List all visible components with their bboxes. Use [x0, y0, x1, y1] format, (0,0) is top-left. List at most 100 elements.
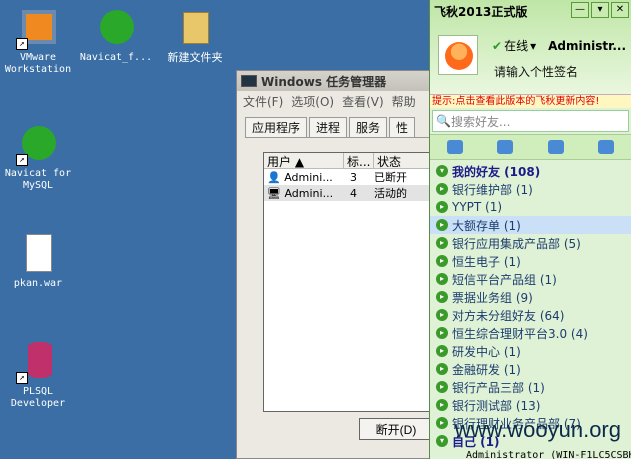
col-id[interactable]: 标...	[344, 153, 374, 169]
expand-icon: ▸	[436, 345, 448, 357]
id-cell: 4	[350, 186, 357, 200]
user-cell: 👤 Admini...	[267, 170, 333, 184]
file-icon	[16, 232, 60, 276]
folder-icon	[173, 6, 217, 50]
desktop-icon-plsql[interactable]: ↗ PLSQL Developer	[0, 340, 78, 410]
skin-icon[interactable]: ▾	[591, 2, 609, 18]
list-item[interactable]: ▸ YYPT (1)	[430, 198, 631, 216]
list-item[interactable]: ▸ 银行应用集成产品部 (5)	[430, 234, 631, 252]
expand-icon: ▸	[436, 219, 448, 231]
desktop-icon-new-folder[interactable]: 新建文件夹	[155, 6, 235, 64]
expand-icon: ▸	[436, 381, 448, 393]
search-input[interactable]: 🔍 搜索好友...	[432, 110, 629, 132]
list-item[interactable]: ▾ 我的好友 (108)	[430, 162, 631, 180]
minimize-icon[interactable]: —	[571, 2, 589, 18]
expand-icon: ▸	[436, 327, 448, 339]
feiq-header: 飞秋2013正式版 — ▾ ✕ ✔ 在线 ▾ Administr... 请输入个…	[430, 0, 631, 94]
desktop-icon-pkan-war[interactable]: pkan.war	[0, 232, 78, 290]
task-manager-menubar: 文件(F) 选项(O) 查看(V) 帮助	[237, 91, 435, 111]
avatar-icon	[445, 42, 473, 70]
tab-applications[interactable]: 应用程序	[245, 117, 308, 137]
navicat-icon	[94, 6, 138, 50]
desktop-icon-navicat-mysql[interactable]: ↗ Navicat for MySQL	[0, 122, 78, 192]
member-item[interactable]: Administrator (WIN-F1LC5CSBH	[430, 450, 631, 459]
list-item[interactable]: ▸ 银行产品三部 (1)	[430, 378, 631, 396]
id-cell: 3	[350, 170, 357, 184]
table-row[interactable]: 🖥 Admini... 4 活动的	[264, 185, 434, 201]
expand-icon: ▸	[436, 201, 448, 213]
vmware-label: VMware Workstation	[4, 52, 72, 75]
desktop-icon-navicat-f[interactable]: Navicat_f...	[76, 6, 156, 64]
status-cell: 活动的	[374, 187, 407, 200]
vmware-icon: ↗	[16, 6, 60, 50]
group-chat-icon[interactable]	[497, 140, 514, 154]
pkan-war-label: pkan.war	[13, 278, 63, 289]
search-icon: 🔍	[436, 114, 451, 128]
users-list: 用户 ▲ 标... 状态 👤 Admini... 3 已断开 🖥 Admini.…	[263, 152, 435, 412]
status-label: 在线	[504, 39, 529, 53]
watermark: www.wooyun.org	[454, 417, 621, 442]
chat-icon[interactable]	[447, 140, 464, 154]
menu-options[interactable]: 选项(O)	[291, 93, 334, 110]
expand-icon: ▾	[436, 165, 448, 177]
user-cell: 🖥 Admini...	[267, 186, 334, 200]
expand-icon: ▸	[436, 273, 448, 285]
list-item[interactable]: ▸ 研发中心 (1)	[430, 342, 631, 360]
expand-icon: ▸	[436, 183, 448, 195]
list-item[interactable]: ▸ 银行测试部 (13)	[430, 396, 631, 414]
browser-icon[interactable]	[597, 140, 614, 154]
task-manager-window: Windows 任务管理器 文件(F) 选项(O) 查看(V) 帮助 应用程序 …	[236, 70, 436, 459]
users-panel: 用户 ▲ 标... 状态 👤 Admini... 3 已断开 🖥 Admini.…	[245, 137, 435, 458]
list-item[interactable]: ▸ 恒生综合理财平台3.0 (4)	[430, 324, 631, 342]
feiq-window-controls: — ▾ ✕	[571, 2, 629, 18]
menu-file[interactable]: 文件(F)	[243, 93, 283, 110]
feiq-nav-icons	[430, 134, 631, 160]
status-selector[interactable]: ✔ 在线 ▾ Administr...	[492, 37, 626, 54]
contacts-icon[interactable]	[547, 140, 564, 154]
menu-view[interactable]: 查看(V)	[342, 93, 384, 110]
col-user[interactable]: 用户 ▲	[264, 153, 344, 169]
list-item[interactable]: ▸ 银行维护部 (1)	[430, 180, 631, 198]
list-item[interactable]: ▸ 短信平台产品组 (1)	[430, 270, 631, 288]
list-item[interactable]: ▸ 金融研发 (1)	[430, 360, 631, 378]
expand-icon: ▸	[436, 237, 448, 249]
chevron-down-icon: ▾	[530, 38, 537, 53]
expand-icon: ▸	[436, 417, 448, 429]
avatar[interactable]	[438, 35, 478, 75]
new-folder-label: 新建文件夹	[167, 51, 223, 64]
navicat-mysql-icon: ↗	[16, 122, 60, 166]
expand-icon: ▾	[436, 435, 448, 447]
plsql-label: PLSQL Developer	[10, 386, 66, 409]
disconnect-button[interactable]: 断开(D)	[359, 418, 433, 440]
update-notice[interactable]: 提示:点击查看此版本的飞秋更新内容!	[430, 94, 631, 108]
users-list-header: 用户 ▲ 标... 状态	[264, 153, 434, 169]
expand-icon: ▸	[436, 309, 448, 321]
list-item[interactable]: ▸ 票据业务组 (9)	[430, 288, 631, 306]
task-manager-titlebar[interactable]: Windows 任务管理器	[237, 71, 435, 91]
navicat-f-label: Navicat_f...	[79, 52, 153, 63]
col-status[interactable]: 状态	[374, 153, 434, 169]
tab-processes[interactable]: 进程	[309, 117, 348, 137]
list-item[interactable]: ▸ 恒生电子 (1)	[430, 252, 631, 270]
feiq-window: 飞秋2013正式版 — ▾ ✕ ✔ 在线 ▾ Administr... 请输入个…	[429, 0, 631, 459]
tab-services[interactable]: 服务	[349, 117, 388, 137]
username: Administr...	[548, 38, 627, 53]
menu-help[interactable]: 帮助	[392, 93, 416, 110]
expand-icon: ▸	[436, 255, 448, 267]
desktop-icon-vmware[interactable]: ↗ VMware Workstation	[0, 6, 78, 76]
task-manager-title: Windows 任务管理器	[261, 74, 387, 89]
online-check-icon: ✔	[492, 38, 503, 53]
signature-field[interactable]: 请输入个性签名	[494, 63, 578, 80]
status-cell: 已断开	[374, 171, 407, 184]
table-row[interactable]: 👤 Admini... 3 已断开	[264, 169, 434, 185]
task-manager-tabs: 应用程序 进程 服务 性	[245, 117, 435, 137]
navicat-mysql-label: Navicat for MySQL	[4, 168, 72, 191]
list-item[interactable]: ▸ 对方未分组好友 (64)	[430, 306, 631, 324]
expand-icon: ▸	[436, 291, 448, 303]
search-placeholder: 搜索好友...	[450, 114, 511, 129]
group-list: ▾ 我的好友 (108) ▸ 银行维护部 (1) ▸ YYPT (1) ▸ 大额存单 (…	[430, 160, 631, 459]
tab-performance[interactable]: 性	[389, 117, 416, 137]
expand-icon: ▸	[436, 399, 448, 411]
list-item[interactable]: ▸ 大额存单 (1)	[430, 216, 631, 234]
close-icon[interactable]: ✕	[611, 2, 629, 18]
